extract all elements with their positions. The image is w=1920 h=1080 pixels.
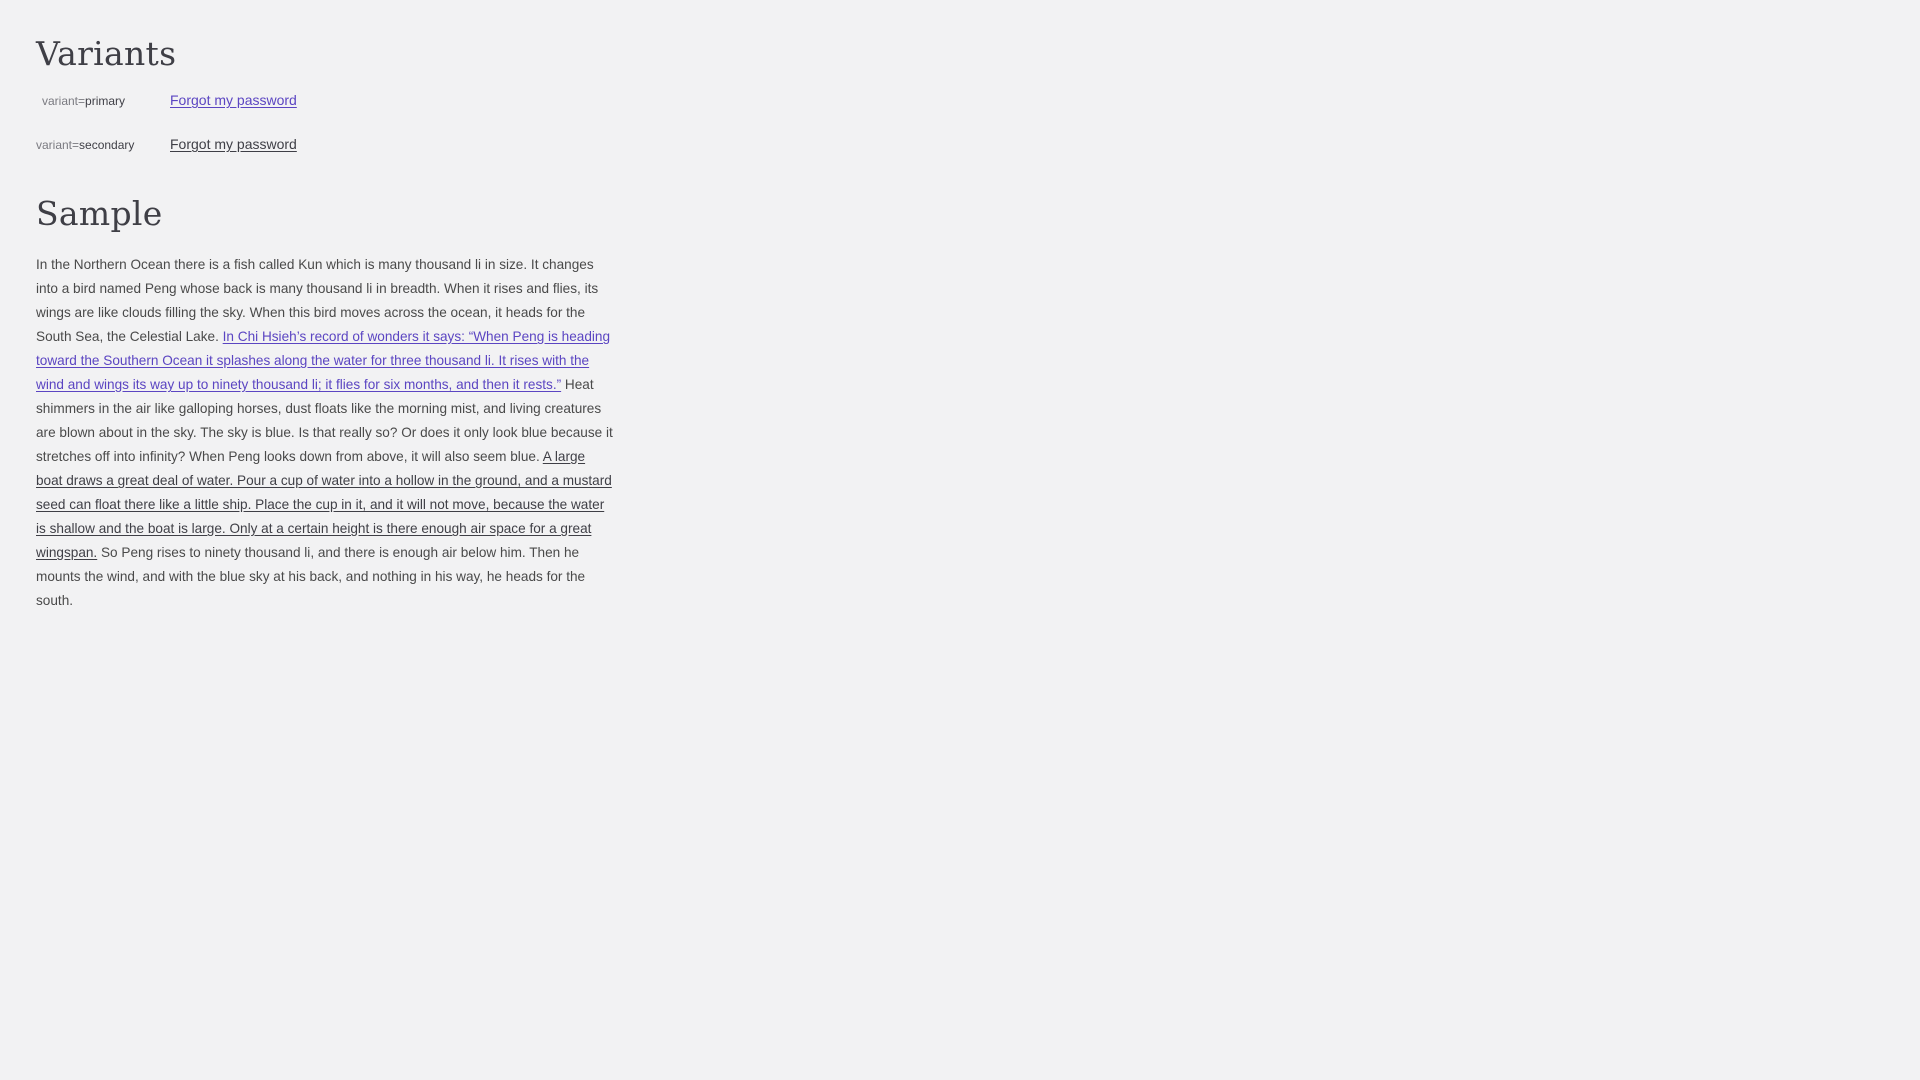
variant-value: secondary (79, 138, 135, 152)
variant-label-secondary: variant=secondary (36, 138, 170, 152)
page: Variants variant=primary Forgot my passw… (0, 0, 1920, 1080)
variant-row-primary: variant=primary Forgot my password (36, 92, 297, 108)
forgot-password-link-secondary[interactable]: Forgot my password (170, 136, 297, 152)
variant-label-primary: variant=primary (36, 94, 170, 108)
sample-paragraph: In the Northern Ocean there is a fish ca… (36, 253, 614, 613)
variant-key: variant= (36, 138, 80, 152)
variant-key: variant= (42, 94, 86, 108)
variant-row-secondary: variant=secondary Forgot my password (36, 136, 297, 152)
sample-inline-link-secondary[interactable]: A large boat draws a great deal of water… (36, 449, 612, 560)
sample-heading: Sample (36, 194, 163, 233)
forgot-password-link-primary[interactable]: Forgot my password (170, 92, 297, 108)
variant-value: primary (85, 94, 126, 108)
variants-heading: Variants (36, 34, 177, 73)
sample-text-3: So Peng rises to ninety thousand li, and… (36, 545, 586, 608)
